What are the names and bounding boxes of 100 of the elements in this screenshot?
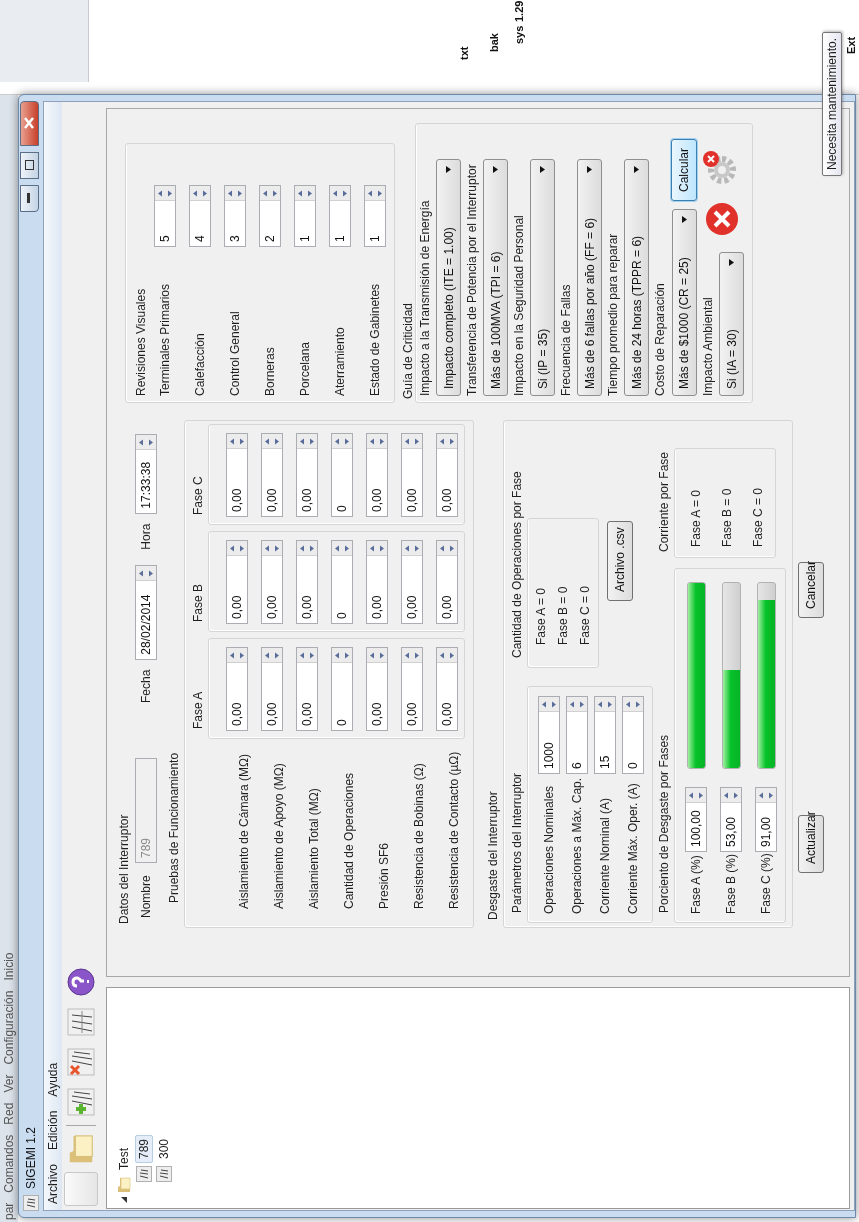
menu-item[interactable]: Ayuda: [46, 1060, 60, 1099]
number-field[interactable]: 0,00: [261, 647, 283, 731]
number-field[interactable]: 5: [154, 185, 176, 247]
spin-arrows-icon[interactable]: [437, 541, 457, 556]
menu-item[interactable]: Edición: [46, 1108, 60, 1152]
spin-arrows-icon[interactable]: [686, 788, 706, 803]
date-field[interactable]: 28/02/2014: [135, 564, 157, 660]
number-field[interactable]: 0,00: [261, 433, 283, 517]
spin-arrows-icon[interactable]: [190, 186, 210, 201]
spin-arrows-icon[interactable]: [136, 434, 156, 450]
spin-arrows-icon[interactable]: [297, 434, 317, 449]
dropdown[interactable]: Si (IP = 35): [530, 159, 555, 396]
maximize-button[interactable]: [19, 152, 39, 179]
spin-arrows-icon[interactable]: [721, 788, 741, 803]
number-field[interactable]: 1: [294, 185, 316, 247]
number-field[interactable]: 6: [566, 696, 588, 774]
spin-arrows-icon[interactable]: [260, 186, 280, 201]
minimize-button[interactable]: [19, 185, 39, 212]
number-field[interactable]: 0,00: [401, 433, 423, 517]
desktop-menu-item[interactable]: Comandos: [2, 1134, 16, 1193]
spin-arrows-icon[interactable]: [623, 697, 643, 712]
spin-arrows-icon[interactable]: [332, 648, 352, 663]
desktop-menu-item[interactable]: Configuración: [2, 990, 16, 1065]
number-field[interactable]: 0,00: [226, 433, 248, 517]
number-field[interactable]: 1: [329, 185, 351, 247]
tree-item[interactable]: Test: [115, 1144, 133, 1174]
desktop-menu-item[interactable]: Red: [2, 1102, 16, 1125]
number-field[interactable]: 0,00: [296, 647, 318, 731]
spin-arrows-icon[interactable]: [330, 186, 350, 201]
number-field[interactable]: 100,00: [685, 787, 707, 852]
spin-arrows-icon[interactable]: [227, 648, 247, 663]
help-button[interactable]: [64, 965, 98, 999]
desktop-menu-item[interactable]: par: [2, 1202, 16, 1220]
number-field[interactable]: 0,00: [436, 647, 458, 731]
spin-arrows-icon[interactable]: [262, 434, 282, 449]
desktop-menu-item[interactable]: Inicio: [2, 952, 16, 981]
tree-item[interactable]: 789: [135, 1134, 153, 1163]
spin-arrows-icon[interactable]: [539, 697, 559, 712]
spin-arrows-icon[interactable]: [225, 186, 245, 201]
number-field[interactable]: 1000: [538, 696, 560, 774]
dropdown[interactable]: Impacto completo (ITE = 1.00): [436, 159, 461, 396]
spin-arrows-icon[interactable]: [332, 541, 352, 556]
spin-arrows-icon[interactable]: [367, 434, 387, 449]
number-field[interactable]: 0,00: [261, 540, 283, 624]
desktop-menu-item[interactable]: Ver: [2, 1074, 16, 1093]
number-field[interactable]: 0,00: [401, 647, 423, 731]
calculate-button[interactable]: Calcular: [671, 139, 697, 201]
number-field[interactable]: 0,00: [436, 433, 458, 517]
tree-item[interactable]: 300: [155, 1134, 173, 1163]
spin-arrows-icon[interactable]: [227, 434, 247, 449]
number-field[interactable]: 0: [331, 540, 353, 624]
expand-arrow-icon[interactable]: [120, 1196, 128, 1204]
spin-arrows-icon[interactable]: [567, 697, 587, 712]
dropdown[interactable]: Más de 100MVA (TPI = 6): [483, 159, 508, 396]
spin-arrows-icon[interactable]: [402, 648, 422, 663]
number-field[interactable]: 15: [594, 696, 616, 774]
dropdown[interactable]: Más de 24 horas (TPPR = 6): [624, 159, 649, 396]
spin-arrows-icon[interactable]: [297, 541, 317, 556]
spin-arrows-icon[interactable]: [402, 434, 422, 449]
number-field[interactable]: 0,00: [296, 433, 318, 517]
menu-item[interactable]: Archivo: [46, 1162, 60, 1206]
spin-arrows-icon[interactable]: [155, 186, 175, 201]
number-field[interactable]: 0,00: [366, 540, 388, 624]
number-field[interactable]: 0,00: [366, 647, 388, 731]
delete-breaker-button[interactable]: [64, 1045, 98, 1079]
dropdown[interactable]: Más de $1000 (CR = 25): [671, 209, 697, 396]
number-field[interactable]: 0,00: [366, 433, 388, 517]
spin-arrows-icon[interactable]: [367, 541, 387, 556]
number-field[interactable]: 0,00: [296, 540, 318, 624]
spin-arrows-icon[interactable]: [262, 541, 282, 556]
breaker-tool-button[interactable]: [64, 1005, 98, 1039]
spin-arrows-icon[interactable]: [595, 697, 615, 712]
spin-arrows-icon[interactable]: [402, 541, 422, 556]
csv-file-button[interactable]: Archivo .csv: [607, 521, 633, 601]
number-field[interactable]: 4: [189, 185, 211, 247]
number-field[interactable]: 0,00: [226, 647, 248, 731]
dropdown[interactable]: Si (IA = 30): [719, 252, 744, 396]
number-field[interactable]: 53,00: [720, 787, 742, 852]
dropdown[interactable]: Más de 6 fallas por año (FF = 6): [577, 159, 602, 396]
spin-arrows-icon[interactable]: [332, 434, 352, 449]
number-field[interactable]: 2: [259, 185, 281, 247]
spin-arrows-icon[interactable]: [227, 541, 247, 556]
add-breaker-button[interactable]: [64, 1085, 98, 1119]
spin-arrows-icon[interactable]: [437, 434, 457, 449]
number-field[interactable]: 0,00: [436, 540, 458, 624]
spin-arrows-icon[interactable]: [295, 186, 315, 201]
cancel-button[interactable]: Cancelar: [798, 562, 824, 618]
number-field[interactable]: 91,00: [755, 787, 777, 852]
time-field[interactable]: 17:33:38: [135, 433, 157, 514]
spin-arrows-icon[interactable]: [756, 788, 776, 803]
number-field[interactable]: 0: [331, 647, 353, 731]
spin-arrows-icon[interactable]: [136, 565, 156, 581]
spin-arrows-icon[interactable]: [297, 648, 317, 663]
spin-arrows-icon[interactable]: [365, 186, 385, 201]
number-field[interactable]: 0,00: [401, 540, 423, 624]
number-field[interactable]: 3: [224, 185, 246, 247]
number-field[interactable]: 0,00: [226, 540, 248, 624]
spin-arrows-icon[interactable]: [367, 648, 387, 663]
close-button[interactable]: [19, 101, 39, 146]
number-field[interactable]: 1: [364, 185, 386, 247]
